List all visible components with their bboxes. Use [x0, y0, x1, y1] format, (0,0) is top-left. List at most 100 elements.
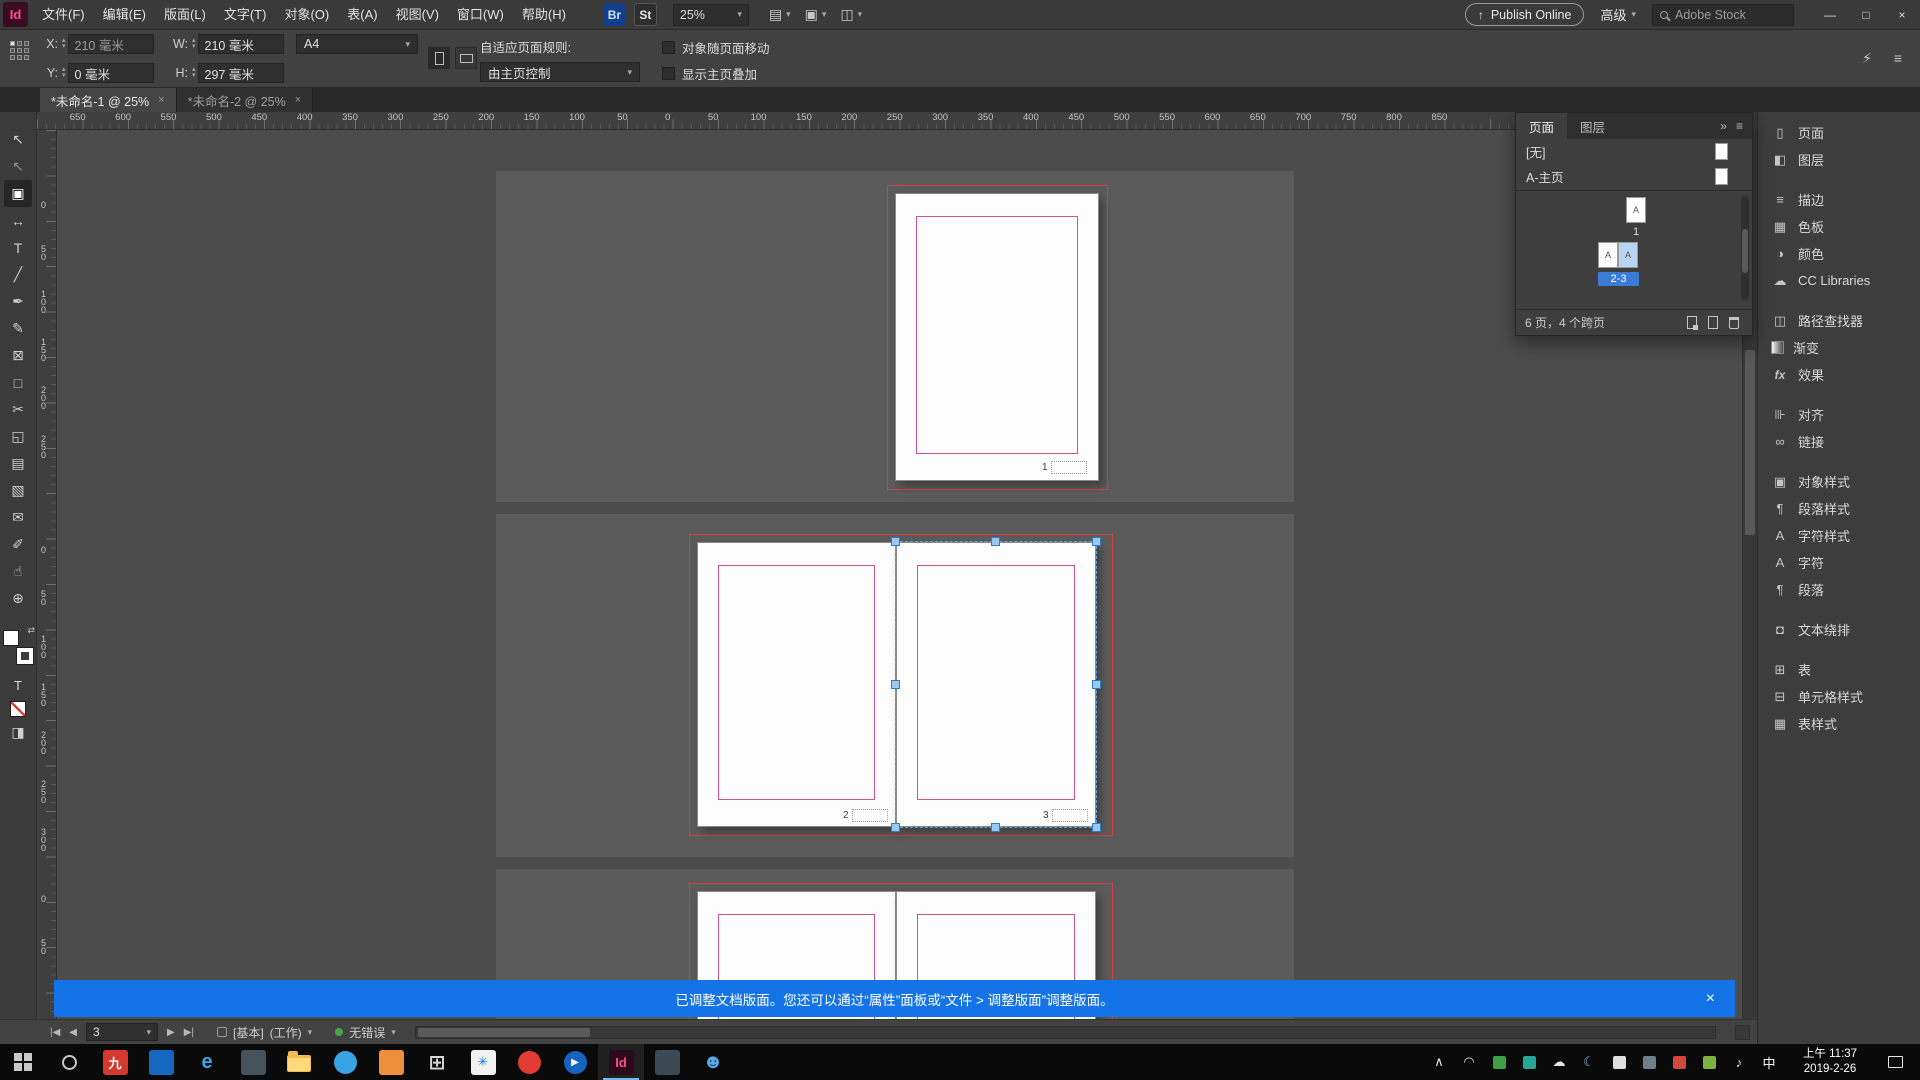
direct-selection-tool[interactable]: ↖ — [4, 153, 32, 180]
document-tab[interactable]: *未命名-1 @ 25% × — [40, 88, 177, 112]
width-stepper[interactable]: ▴ ▾ — [192, 37, 196, 50]
control-panel-menu-icon[interactable]: ≡ — [1894, 50, 1902, 66]
menu-item[interactable]: 视图(V) — [387, 0, 448, 30]
selection-handle[interactable] — [1092, 679, 1101, 689]
document-canvas[interactable]: 1 2 3 — [57, 130, 1742, 1019]
page-tool[interactable]: ▣ — [4, 180, 32, 207]
app-icon-red[interactable]: 九 — [92, 1044, 138, 1080]
selection-handle[interactable] — [891, 823, 900, 832]
app-icon-skyblue[interactable] — [322, 1044, 368, 1080]
page-2[interactable] — [697, 542, 896, 827]
previous-page-button[interactable]: ◀ — [69, 1027, 77, 1038]
gap-tool[interactable]: ↔ — [4, 207, 32, 234]
selection-handle[interactable] — [991, 823, 1000, 832]
show-master-overlay-checkbox[interactable]: 显示主页叠加 — [662, 64, 757, 83]
bridge-button[interactable]: Br — [602, 3, 626, 26]
dock-panel-button[interactable]: ¶ 段落 — [1758, 576, 1920, 603]
pen-tool[interactable]: ✒ — [4, 288, 32, 315]
close-button[interactable]: × — [1884, 0, 1920, 30]
dock-panel-button[interactable]: ∞ 链接 — [1758, 428, 1920, 455]
eyedropper-tool[interactable]: ✐ — [4, 531, 32, 558]
dock-panel-button[interactable]: ⊟ 单元格样式 — [1758, 683, 1920, 710]
menu-item[interactable]: 对象(O) — [275, 0, 338, 30]
zoom-tool[interactable]: ⊕ — [4, 585, 32, 612]
x-stepper[interactable]: ▴ ▾ — [62, 37, 66, 50]
reference-point-proxy[interactable] — [10, 41, 29, 60]
start-button[interactable] — [0, 1044, 46, 1080]
gradient-swatch-tool[interactable]: ▤ — [4, 450, 32, 477]
master-page-row[interactable]: A-主页 — [1516, 164, 1752, 189]
dock-panel-button[interactable]: ◘ 文本绕排 — [1758, 616, 1920, 643]
selection-handle[interactable] — [891, 537, 900, 546]
search-button[interactable] — [46, 1044, 92, 1080]
dock-panel-button[interactable]: ▣ 对象样式 — [1758, 468, 1920, 495]
dock-panel-button[interactable]: ◑ 颜色 — [1758, 240, 1920, 267]
y-stepper[interactable]: ▴ ▾ — [62, 66, 66, 79]
rectangle-tool[interactable]: □ — [4, 369, 32, 396]
portrait-button[interactable] — [428, 47, 450, 69]
preflight-profile-menu[interactable]: [基本] (工作) ▾ — [217, 1024, 312, 1041]
action-center-button[interactable] — [1876, 1056, 1914, 1068]
vertical-ruler[interactable]: 0 50 100 150 200 250 0 50 100 150 200 250 300 0 50 — [37, 130, 57, 1019]
panel-menu-icon[interactable]: ≡ — [1736, 119, 1743, 133]
page-size-select[interactable]: A4 ▾ — [296, 34, 418, 54]
page-1-thumbnail[interactable]: A — [1626, 197, 1646, 223]
indesign-taskbar-icon[interactable]: Id — [598, 1044, 644, 1080]
height-stepper[interactable]: ▴ ▾ — [192, 66, 196, 79]
dock-panel-button[interactable]: fx 效果 — [1758, 361, 1920, 388]
app-icon-blue[interactable] — [138, 1044, 184, 1080]
ime-icon[interactable]: 中 — [1754, 1044, 1784, 1080]
app-icon-grid[interactable]: ⊞ — [414, 1044, 460, 1080]
x-field[interactable]: 210 毫米 — [67, 34, 154, 54]
tray-red-icon[interactable] — [1664, 1044, 1694, 1080]
panel-scrollbar[interactable] — [1741, 196, 1749, 300]
width-field[interactable]: 210 毫米 — [197, 34, 284, 54]
page-2-thumbnail[interactable]: A — [1598, 242, 1618, 268]
workspace-switcher[interactable]: 高级 ▾ — [1600, 5, 1636, 24]
dock-panel-button[interactable]: 渐变 — [1758, 334, 1920, 361]
network-icon[interactable]: ◠ — [1454, 1044, 1484, 1080]
master-page-thumbnail[interactable] — [1715, 168, 1728, 185]
menu-item[interactable]: 文字(T) — [215, 0, 276, 30]
selection-handle[interactable] — [1092, 537, 1101, 546]
app-icon-orange[interactable] — [368, 1044, 414, 1080]
delete-page-icon[interactable] — [1729, 316, 1739, 329]
scissors-tool[interactable]: ✂ — [4, 396, 32, 423]
height-field[interactable]: 297 毫米 — [197, 63, 284, 83]
dock-panel-button[interactable]: ▯ 页面 — [1758, 119, 1920, 146]
publish-online-button[interactable]: ↑ Publish Online — [1464, 3, 1585, 26]
fill-swatch[interactable] — [3, 630, 19, 646]
menu-item[interactable]: 文件(F) — [33, 0, 94, 30]
screen-mode-button[interactable]: ◨ — [11, 724, 24, 741]
rectangle-frame-tool[interactable]: ⊠ — [4, 342, 32, 369]
tray-grid-icon[interactable] — [1634, 1044, 1664, 1080]
selection-handle[interactable] — [1092, 823, 1101, 832]
close-icon[interactable]: × — [1700, 980, 1721, 1017]
app-icon-dark2[interactable] — [644, 1044, 690, 1080]
volume-icon[interactable]: ♪ — [1724, 1044, 1754, 1080]
document-tab[interactable]: *未命名-2 @ 25% × — [176, 88, 314, 112]
dock-panel-button[interactable]: ▦ 表样式 — [1758, 710, 1920, 737]
panel-tab[interactable]: 图层 — [1567, 113, 1618, 139]
spread-label[interactable]: 2-3 — [1598, 272, 1639, 286]
horizontal-ruler[interactable]: 650 600 550 500 450 400 350 300 250 200 150 100 50 0 5… — [37, 112, 1742, 130]
scrollbar-thumb[interactable] — [417, 1027, 590, 1037]
tray-expand-icon[interactable]: ∧ — [1424, 1044, 1454, 1080]
nightlight-icon[interactable]: ☾ — [1574, 1044, 1604, 1080]
collapse-panel-icon[interactable]: » — [1720, 119, 1727, 133]
liquid-rule-select[interactable]: 由主页控制 ▾ — [480, 62, 640, 82]
formatting-affects-text-button[interactable]: T — [7, 676, 29, 694]
restore-button[interactable]: □ — [1848, 0, 1884, 30]
arrange-documents-icon[interactable]: ◫ ▾ — [840, 6, 862, 23]
stock-search-input[interactable]: Adobe Stock — [1652, 3, 1794, 26]
hand-tool[interactable]: ☝ — [4, 558, 32, 585]
app-icon-person[interactable]: ☻ — [690, 1044, 736, 1080]
edge-icon[interactable]: e — [184, 1044, 230, 1080]
quick-apply-icon[interactable]: ⚡ — [1862, 50, 1872, 67]
apply-none-button[interactable] — [10, 701, 26, 717]
selection-tool[interactable]: ↖ — [4, 126, 32, 153]
tray-teal-icon[interactable] — [1514, 1044, 1544, 1080]
dock-panel-button[interactable]: ¶ 段落样式 — [1758, 495, 1920, 522]
app-icon-dark[interactable] — [230, 1044, 276, 1080]
menu-item[interactable]: 编辑(E) — [94, 0, 155, 30]
